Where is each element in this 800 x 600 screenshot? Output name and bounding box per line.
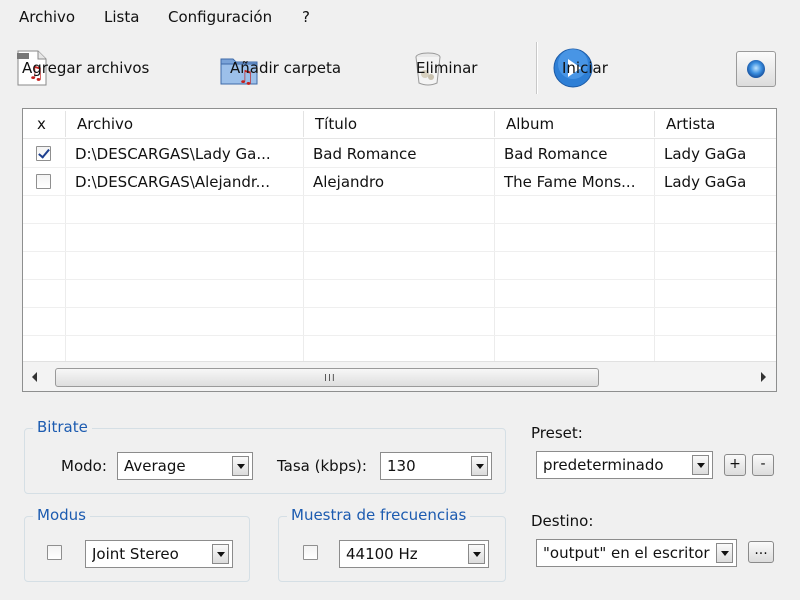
grid-line (23, 223, 776, 224)
destination-label: Destino: (531, 512, 594, 530)
cell-album: The Fame Mons... (504, 173, 636, 191)
start-label: Iniciar (562, 59, 608, 77)
status-button[interactable] (736, 51, 776, 87)
header-title[interactable]: Título (303, 109, 494, 139)
preset-select[interactable]: predeterminado (536, 451, 713, 479)
header-check[interactable]: x (25, 109, 65, 139)
row-checkbox[interactable] (36, 146, 51, 161)
menu-bar: Archivo Lista Configuración ? (0, 0, 800, 34)
destination-select[interactable]: "output" en el escritor (536, 539, 737, 567)
cell-artist: Lady GaGa (664, 173, 747, 191)
mode-value: Average (124, 457, 186, 475)
browse-button[interactable]: ... (748, 541, 774, 563)
modus-value: Joint Stereo (92, 545, 179, 563)
scroll-left-icon[interactable] (31, 372, 39, 382)
scroll-right-icon[interactable] (759, 372, 767, 382)
cell-title: Bad Romance (313, 145, 417, 163)
grid-line (23, 307, 776, 308)
delete-button[interactable]: Eliminar (408, 44, 477, 92)
scroll-thumb[interactable]: III (55, 368, 599, 387)
modus-group: Modus Joint Stereo (24, 506, 250, 582)
menu-lista[interactable]: Lista (104, 8, 139, 26)
modus-title: Modus (33, 506, 90, 524)
add-files-label: Agregar archivos (22, 59, 150, 77)
chevron-down-icon[interactable] (692, 455, 709, 475)
mode-select[interactable]: Average (117, 452, 253, 480)
preset-value: predeterminado (543, 456, 664, 474)
rate-value: 130 (387, 457, 416, 475)
frequency-select[interactable]: 44100 Hz (339, 540, 489, 568)
cell-artist: Lady GaGa (664, 145, 747, 163)
toolbar: ♫ Agregar archivos ♫ Añadir carpeta Elim… (0, 34, 800, 102)
scroll-grip: III (324, 373, 336, 384)
menu-archivo[interactable]: Archivo (19, 8, 75, 26)
add-folder-label: Añadir carpeta (230, 59, 342, 77)
header-artist[interactable]: Artista (654, 109, 776, 139)
chevron-down-icon[interactable] (716, 543, 733, 563)
row-checkbox[interactable] (36, 174, 51, 189)
modus-select[interactable]: Joint Stereo (85, 540, 233, 568)
bitrate-title: Bitrate (33, 418, 92, 436)
destination-value: "output" en el escritor (543, 544, 710, 562)
cell-title: Alejandro (313, 173, 385, 191)
cell-file: D:\DESCARGAS\Lady Ga... (75, 145, 271, 163)
grid-line (23, 251, 776, 252)
list-header: x Archivo Título Album Artista (23, 109, 776, 139)
chevron-down-icon[interactable] (232, 456, 249, 476)
preset-label: Preset: (531, 424, 583, 442)
add-files-button[interactable]: ♫ Agregar archivos (12, 44, 149, 92)
header-file[interactable]: Archivo (65, 109, 303, 139)
frequency-title: Muestra de frecuencias (287, 506, 471, 524)
glow-orb-icon (747, 60, 765, 78)
start-button[interactable]: Iniciar (552, 44, 608, 92)
delete-label: Eliminar (416, 59, 478, 77)
add-folder-button[interactable]: ♫ Añadir carpeta (218, 44, 341, 92)
header-album[interactable]: Album (494, 109, 654, 139)
horizontal-scrollbar[interactable]: III (23, 361, 776, 391)
chevron-down-icon[interactable] (212, 544, 229, 564)
rate-label: Tasa (kbps): (277, 457, 367, 475)
cell-album: Bad Romance (504, 145, 608, 163)
chevron-down-icon[interactable] (468, 544, 485, 564)
menu-configuracion[interactable]: Configuración (168, 8, 272, 26)
grid-line (23, 279, 776, 280)
add-preset-button[interactable]: + (724, 454, 746, 476)
table-row[interactable]: D:\DESCARGAS\Lady Ga... Bad Romance Bad … (23, 140, 776, 168)
menu-help[interactable]: ? (302, 8, 310, 26)
toolbar-separator (536, 42, 538, 94)
table-row[interactable]: D:\DESCARGAS\Alejandr... Alejandro The F… (23, 168, 776, 196)
remove-preset-button[interactable]: - (752, 454, 774, 476)
frequency-value: 44100 Hz (346, 545, 418, 563)
grid-line (23, 335, 776, 336)
bitrate-group: Bitrate Modo: Average Tasa (kbps): 130 (24, 418, 506, 494)
mode-label: Modo: (61, 457, 107, 475)
modus-checkbox[interactable] (47, 545, 62, 560)
frequency-group: Muestra de frecuencias 44100 Hz (278, 506, 506, 582)
cell-file: D:\DESCARGAS\Alejandr... (75, 173, 270, 191)
file-list[interactable]: x Archivo Título Album Artista D:\DESCAR… (22, 108, 777, 392)
rate-select[interactable]: 130 (380, 452, 492, 480)
chevron-down-icon[interactable] (471, 456, 488, 476)
frequency-checkbox[interactable] (303, 545, 318, 560)
